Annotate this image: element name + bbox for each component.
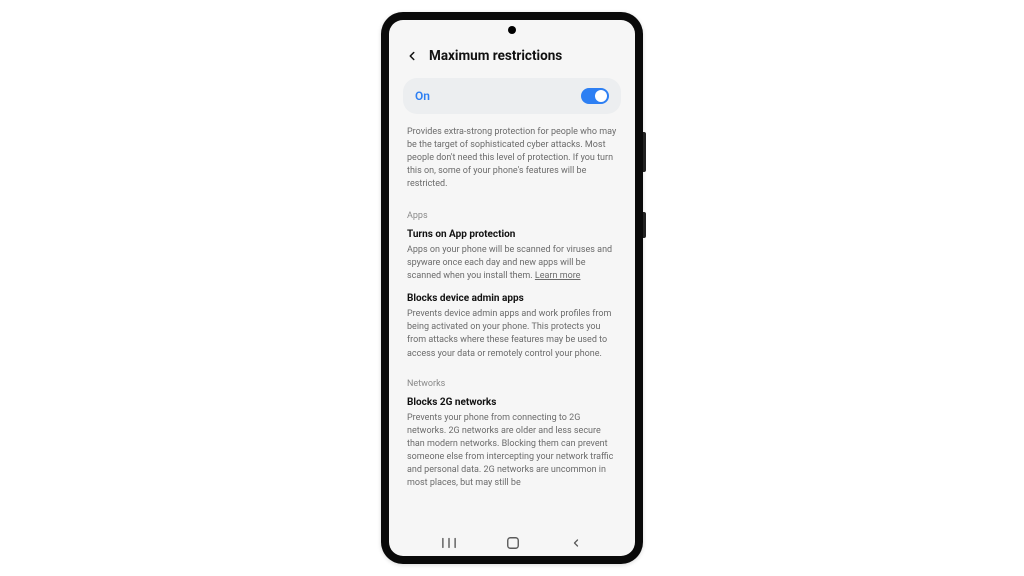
- settings-page: Maximum restrictions On Provides extra-s…: [389, 20, 635, 530]
- item-title-2g: Blocks 2G networks: [403, 395, 621, 412]
- section-label-networks: Networks: [403, 369, 621, 395]
- item-title-app-protection: Turns on App protection: [403, 227, 621, 244]
- toggle-switch[interactable]: [581, 88, 609, 104]
- master-toggle-card[interactable]: On: [403, 78, 621, 114]
- learn-more-link[interactable]: Learn more: [535, 271, 581, 281]
- back-icon[interactable]: [405, 49, 419, 63]
- item-title-device-admin: Blocks device admin apps: [403, 291, 621, 308]
- section-label-apps: Apps: [403, 201, 621, 227]
- toggle-label: On: [415, 89, 430, 103]
- side-button: [643, 212, 646, 238]
- intro-text: Provides extra-strong protection for peo…: [403, 114, 621, 201]
- home-icon[interactable]: [506, 536, 520, 550]
- page-header: Maximum restrictions: [403, 42, 621, 78]
- camera-cutout: [508, 26, 516, 34]
- item-body-2g: Prevents your phone from connecting to 2…: [403, 412, 621, 498]
- phone-frame: Maximum restrictions On Provides extra-s…: [381, 12, 643, 564]
- item-body-text: Apps on your phone will be scanned for v…: [407, 245, 612, 281]
- phone-screen: Maximum restrictions On Provides extra-s…: [389, 20, 635, 556]
- switch-thumb: [595, 90, 607, 102]
- item-body-app-protection: Apps on your phone will be scanned for v…: [403, 244, 621, 291]
- nav-back-icon[interactable]: [570, 537, 582, 549]
- page-title: Maximum restrictions: [429, 48, 562, 64]
- nav-bar: [389, 530, 635, 556]
- item-body-device-admin: Prevents device admin apps and work prof…: [403, 308, 621, 368]
- recents-icon[interactable]: [442, 537, 456, 549]
- side-button: [643, 132, 646, 172]
